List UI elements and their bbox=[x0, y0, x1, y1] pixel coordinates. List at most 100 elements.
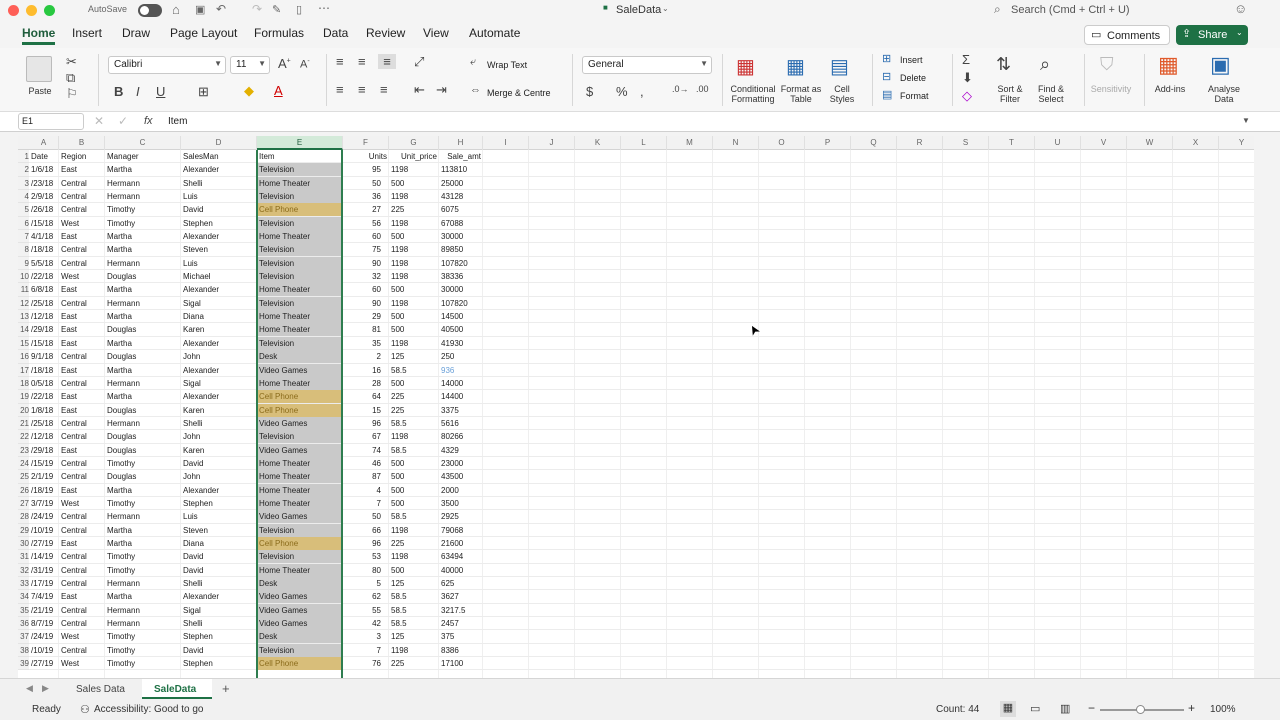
cell[interactable]: 5616 bbox=[439, 417, 483, 430]
cell[interactable]: 67 bbox=[343, 430, 383, 443]
cell[interactable]: Stephen bbox=[181, 217, 257, 230]
column-header-o[interactable]: O bbox=[759, 136, 805, 150]
row-header[interactable]: 34 bbox=[18, 590, 29, 604]
save-icon[interactable]: ▣ bbox=[195, 3, 205, 16]
cell[interactable]: East bbox=[59, 337, 105, 350]
conditional-formatting-icon[interactable]: ▦ bbox=[736, 54, 755, 79]
zoom-window-button[interactable] bbox=[44, 5, 55, 16]
column-header-g[interactable]: G bbox=[389, 136, 439, 150]
sensitivity-button[interactable]: Sensitivity bbox=[1088, 84, 1134, 94]
format-cells-button[interactable]: Format bbox=[900, 91, 929, 101]
row-header[interactable]: 7 bbox=[18, 230, 29, 244]
formula-input[interactable]: Item bbox=[168, 116, 187, 127]
cut-icon[interactable]: ✂ bbox=[66, 54, 77, 70]
comments-button[interactable]: ▭ Comments bbox=[1084, 25, 1170, 45]
cell[interactable]: 125 bbox=[389, 577, 439, 590]
cell[interactable]: 125 bbox=[389, 350, 439, 363]
cell[interactable]: Central bbox=[59, 190, 105, 203]
align-center-icon[interactable]: ≡ bbox=[358, 82, 366, 97]
cell[interactable]: Shelli bbox=[181, 617, 257, 630]
cell[interactable]: 7/4/19 bbox=[29, 590, 59, 603]
more-icon[interactable]: ⋯ bbox=[318, 1, 330, 15]
cell[interactable]: David bbox=[181, 203, 257, 216]
row-header[interactable]: 2 bbox=[18, 163, 29, 177]
column-header-w[interactable]: W bbox=[1127, 136, 1173, 150]
analyse-data-icon[interactable]: ▣ bbox=[1210, 52, 1231, 78]
cell[interactable]: /22/18 bbox=[29, 270, 59, 283]
cell[interactable]: 500 bbox=[389, 323, 439, 336]
confirm-icon[interactable]: ✓ bbox=[118, 114, 128, 128]
align-middle-icon[interactable]: ≡ bbox=[358, 54, 366, 69]
column-header-y[interactable]: Y bbox=[1219, 136, 1254, 150]
cell[interactable]: 1198 bbox=[389, 243, 439, 256]
cell[interactable]: 500 bbox=[389, 377, 439, 390]
cell[interactable]: Karen bbox=[181, 323, 257, 336]
cell[interactable]: 79068 bbox=[439, 524, 483, 537]
cell[interactable]: 50 bbox=[343, 177, 383, 190]
row-header[interactable]: 35 bbox=[18, 604, 29, 618]
cell[interactable]: 1198 bbox=[389, 550, 439, 563]
cell[interactable]: Martha bbox=[105, 337, 181, 350]
column-header-q[interactable]: Q bbox=[851, 136, 897, 150]
cell[interactable]: 500 bbox=[389, 283, 439, 296]
row-header[interactable]: 17 bbox=[18, 364, 29, 377]
cell[interactable]: /14/19 bbox=[29, 550, 59, 563]
worksheet-grid[interactable]: ABCDEFGHIJKLMNOPQRSTUVWXY 1 2 3 4 5 6 7 8 9 10 11 1… bbox=[18, 136, 1254, 678]
undo-icon[interactable]: ↶ bbox=[216, 2, 226, 16]
cell[interactable]: West bbox=[59, 497, 105, 510]
cell[interactable]: John bbox=[181, 350, 257, 363]
cell[interactable]: 15 bbox=[343, 404, 383, 417]
cell[interactable]: 27 bbox=[343, 203, 383, 216]
align-left-icon[interactable]: ≡ bbox=[336, 82, 344, 97]
cell[interactable]: East bbox=[59, 590, 105, 603]
cell[interactable]: Shelli bbox=[181, 577, 257, 590]
column-header-j[interactable]: J bbox=[529, 136, 575, 150]
cell[interactable]: David bbox=[181, 644, 257, 657]
cell[interactable]: /18/18 bbox=[29, 364, 59, 377]
column-header-n[interactable]: N bbox=[713, 136, 759, 150]
cell[interactable]: 66 bbox=[343, 524, 383, 537]
cell[interactable]: Douglas bbox=[105, 323, 181, 336]
cell[interactable]: /24/19 bbox=[29, 510, 59, 523]
cell[interactable]: Timothy bbox=[105, 644, 181, 657]
cell[interactable]: /23/18 bbox=[29, 177, 59, 190]
cell[interactable]: 30000 bbox=[439, 230, 483, 243]
cell[interactable]: Central bbox=[59, 350, 105, 363]
cell[interactable]: /10/19 bbox=[29, 644, 59, 657]
cell[interactable]: Sigal bbox=[181, 604, 257, 617]
cell[interactable]: Steven bbox=[181, 524, 257, 537]
cell[interactable]: Douglas bbox=[105, 444, 181, 457]
cell[interactable]: Central bbox=[59, 644, 105, 657]
cell[interactable]: Central bbox=[59, 203, 105, 216]
cell[interactable]: 225 bbox=[389, 404, 439, 417]
cell[interactable]: 80266 bbox=[439, 430, 483, 443]
cell[interactable]: David bbox=[181, 457, 257, 470]
cell[interactable]: East bbox=[59, 484, 105, 497]
cell[interactable]: 250 bbox=[439, 350, 483, 363]
cell[interactable]: /29/18 bbox=[29, 323, 59, 336]
cell-styles-button[interactable]: Cell Styles bbox=[826, 84, 858, 104]
cell[interactable]: 225 bbox=[389, 390, 439, 403]
cell[interactable]: 2000 bbox=[439, 484, 483, 497]
column-header-h[interactable]: H bbox=[439, 136, 483, 150]
increase-font-icon[interactable]: A+ bbox=[278, 56, 291, 71]
cell[interactable]: 62 bbox=[343, 590, 383, 603]
cell[interactable]: /25/18 bbox=[29, 417, 59, 430]
cell[interactable]: Martha bbox=[105, 590, 181, 603]
row-header[interactable]: 29 bbox=[18, 524, 29, 537]
cell[interactable]: /21/19 bbox=[29, 604, 59, 617]
cell[interactable]: Luis bbox=[181, 510, 257, 523]
conditional-formatting-button[interactable]: Conditional Formatting bbox=[726, 84, 780, 104]
autosave-toggle[interactable] bbox=[138, 4, 162, 17]
tab-automate[interactable]: Automate bbox=[469, 26, 520, 40]
cell[interactable]: 9/1/18 bbox=[29, 350, 59, 363]
cell[interactable]: 6/8/18 bbox=[29, 283, 59, 296]
cell[interactable]: Hermann bbox=[105, 577, 181, 590]
cell-styles-icon[interactable]: ▤ bbox=[830, 54, 849, 79]
name-box[interactable]: E1 bbox=[18, 113, 84, 130]
cancel-icon[interactable]: ✕ bbox=[94, 114, 104, 128]
cell[interactable]: 89850 bbox=[439, 243, 483, 256]
column-title-cell[interactable]: Units bbox=[343, 150, 389, 163]
cell[interactable]: Central bbox=[59, 577, 105, 590]
clipboard-icon[interactable] bbox=[26, 56, 52, 82]
